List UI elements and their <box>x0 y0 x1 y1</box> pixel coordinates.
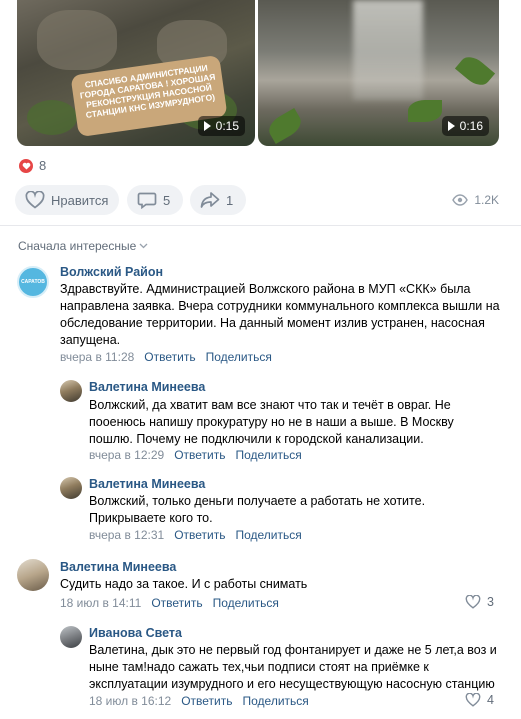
eye-icon <box>452 194 469 206</box>
comment-author[interactable]: Валетина Минеева <box>89 477 205 491</box>
avatar-logo-text: САРАТОВ <box>21 279 45 285</box>
like-label: Нравится <box>51 192 109 208</box>
heart-outline-icon <box>465 595 481 609</box>
comments-sort-dropdown[interactable]: Сначала интересные <box>18 239 148 253</box>
comment-time[interactable]: вчера в 12:31 <box>89 528 164 542</box>
shares-count: 1 <box>226 192 234 208</box>
comment-meta: вчера в 12:31 Ответить Поделиться <box>89 528 302 542</box>
sort-label: Сначала интересные <box>18 239 137 253</box>
share-comment-button[interactable]: Поделиться <box>206 350 272 364</box>
reply-button[interactable]: Ответить <box>144 350 195 364</box>
video-duration-badge: 0:15 <box>197 116 245 136</box>
comment-like-button[interactable]: 3 <box>465 595 494 609</box>
avatar[interactable] <box>60 626 82 648</box>
heart-outline-icon <box>465 693 481 707</box>
comment-meta: 18 июл в 14:11 Ответить Поделиться <box>60 596 279 610</box>
share-comment-button[interactable]: Поделиться <box>213 596 279 610</box>
avatar[interactable] <box>60 477 82 499</box>
post-actions: Нравится 5 1 1.2K <box>15 185 499 215</box>
comment-like-count: 4 <box>487 693 494 707</box>
comment-author[interactable]: Волжский Район <box>60 265 163 279</box>
share-icon <box>200 192 220 208</box>
comments-count: 5 <box>163 192 171 208</box>
comment-author[interactable]: Валетина Минеева <box>89 380 205 394</box>
comment-meta: 18 июл в 16:12 Ответить Поделиться <box>89 694 309 708</box>
avatar[interactable]: САРАТОВ <box>17 266 49 298</box>
share-comment-button[interactable]: Поделиться <box>235 448 301 462</box>
video-duration-badge: 0:16 <box>441 116 489 136</box>
comment-text: Волжский, да хватит вам все знают что та… <box>89 398 454 446</box>
comment-meta: вчера в 11:28 Ответить Поделиться <box>60 350 272 364</box>
reply-button[interactable]: Ответить <box>181 694 232 708</box>
reply-button[interactable]: Ответить <box>174 448 225 462</box>
like-button[interactable]: Нравится <box>15 185 119 215</box>
attachments: СПАСИБО АДМИНИСТРАЦИИ ГОРОДА САРАТОВА ! … <box>17 0 499 146</box>
comment-text: Волжский, только деньги получаете а рабо… <box>89 494 426 525</box>
views-counter: 1.2K <box>452 185 499 215</box>
comment-meta: вчера в 12:29 Ответить Поделиться <box>89 448 302 462</box>
comment-time[interactable]: вчера в 12:29 <box>89 448 164 462</box>
video-duration: 0:16 <box>459 119 483 133</box>
comment-like-count: 3 <box>487 595 494 609</box>
views-count: 1.2K <box>474 193 499 207</box>
reply-button[interactable]: Ответить <box>174 528 225 542</box>
video-duration: 0:15 <box>215 119 239 133</box>
comment-text: Здравствуйте. Администрацией Волжского р… <box>60 282 500 347</box>
share-comment-button[interactable]: Поделиться <box>235 528 301 542</box>
comment-icon <box>137 192 157 209</box>
comment-like-button[interactable]: 4 <box>465 693 494 707</box>
comment-time[interactable]: 18 июл в 14:11 <box>60 596 141 610</box>
chevron-down-icon <box>139 243 148 249</box>
reactions-summary[interactable]: 8 <box>19 158 46 173</box>
comment-button[interactable]: 5 <box>127 185 183 215</box>
heart-outline-icon <box>25 191 45 209</box>
video-thumbnail-2[interactable]: 0:16 <box>258 0 499 146</box>
comment-text: Валетина, дык это не первый год фонтанир… <box>89 643 497 691</box>
comment-author[interactable]: Валетина Минеева <box>60 560 176 574</box>
play-icon <box>447 121 455 131</box>
share-button[interactable]: 1 <box>190 185 246 215</box>
divider <box>0 225 521 226</box>
comment-author[interactable]: Иванова Света <box>89 626 182 640</box>
heart-icon <box>19 158 33 173</box>
avatar[interactable] <box>17 559 49 591</box>
share-comment-button[interactable]: Поделиться <box>243 694 309 708</box>
comment-time[interactable]: 18 июл в 16:12 <box>89 694 171 708</box>
video-thumbnail-1[interactable]: СПАСИБО АДМИНИСТРАЦИИ ГОРОДА САРАТОВА ! … <box>17 0 255 146</box>
comment-time[interactable]: вчера в 11:28 <box>60 350 134 364</box>
comment-text: Судить надо за такое. И с работы снимать <box>60 577 308 591</box>
reactions-count: 8 <box>39 158 47 173</box>
reply-button[interactable]: Ответить <box>151 596 202 610</box>
avatar[interactable] <box>60 380 82 402</box>
play-icon <box>203 121 211 131</box>
